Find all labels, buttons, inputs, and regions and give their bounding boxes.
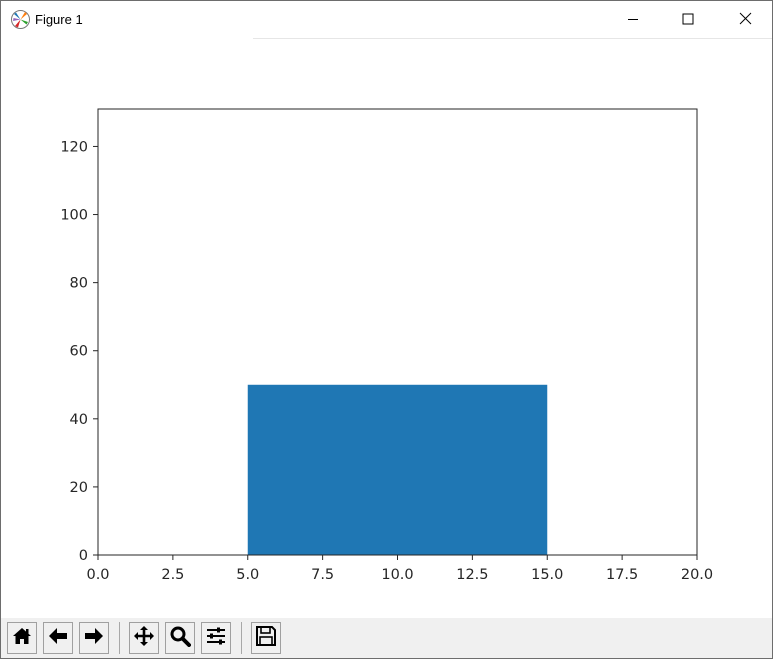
title-bar[interactable]: Figure 1 — [1, 1, 772, 39]
bar-chart: 0.0 2.5 5.0 7.5 10.0 12.5 15.0 17.5 20.0 0 20 40 60… — [60, 108, 713, 583]
x-tick-label: 2.5 — [161, 567, 184, 583]
configure-subplots-button[interactable] — [201, 622, 231, 654]
y-tick-label: 80 — [70, 276, 88, 292]
home-button[interactable] — [7, 622, 37, 654]
save-button[interactable] — [251, 622, 281, 654]
zoom-button[interactable] — [165, 622, 195, 654]
toolbar-separator — [119, 622, 120, 654]
back-arrow-icon — [47, 625, 69, 651]
minimize-button[interactable] — [610, 1, 656, 38]
bars-group — [247, 384, 548, 555]
forward-arrow-icon — [83, 625, 105, 651]
y-tick-label: 20 — [70, 480, 88, 496]
save-icon — [255, 625, 277, 651]
figure-window: Figure 1 0.0 2.5 5.0 7.5 10.0 12.5 15.0 17.5 20.… — [0, 0, 773, 659]
close-button[interactable] — [722, 1, 768, 38]
x-tick-label: 10.0 — [381, 567, 413, 583]
bar-0 — [247, 384, 548, 555]
pan-icon — [133, 625, 155, 651]
matplotlib-logo-icon — [10, 9, 31, 30]
y-axis-ticks: 0 20 40 60 80 100 120 — [60, 139, 98, 564]
zoom-icon — [169, 625, 191, 651]
y-tick-label: 60 — [70, 344, 88, 360]
x-tick-label: 7.5 — [311, 567, 334, 583]
x-tick-label: 12.5 — [456, 567, 488, 583]
y-tick-label: 120 — [60, 139, 88, 155]
configure-subplots-icon — [205, 625, 227, 651]
forward-button[interactable] — [79, 622, 109, 654]
maximize-icon — [682, 10, 694, 29]
y-tick-label: 100 — [60, 208, 88, 224]
x-axis-ticks: 0.0 2.5 5.0 7.5 10.0 12.5 15.0 17.5 20.0 — [86, 555, 713, 583]
x-tick-label: 15.0 — [531, 567, 563, 583]
y-tick-label: 40 — [70, 412, 88, 428]
x-tick-label: 0.0 — [86, 567, 109, 583]
maximize-button[interactable] — [665, 1, 711, 38]
pan-button[interactable] — [129, 622, 159, 654]
minimize-icon — [627, 10, 639, 29]
back-button[interactable] — [43, 622, 73, 654]
navigation-toolbar — [1, 618, 772, 658]
figure-canvas[interactable]: 0.0 2.5 5.0 7.5 10.0 12.5 15.0 17.5 20.0 0 20 40 60… — [1, 39, 772, 617]
close-icon — [739, 10, 752, 29]
window-title: Figure 1 — [35, 12, 83, 27]
home-icon — [11, 625, 33, 651]
toolbar-separator — [241, 622, 242, 654]
x-tick-label: 20.0 — [681, 567, 713, 583]
x-tick-label: 17.5 — [606, 567, 638, 583]
y-tick-label: 0 — [79, 548, 88, 564]
x-tick-label: 5.0 — [236, 567, 259, 583]
